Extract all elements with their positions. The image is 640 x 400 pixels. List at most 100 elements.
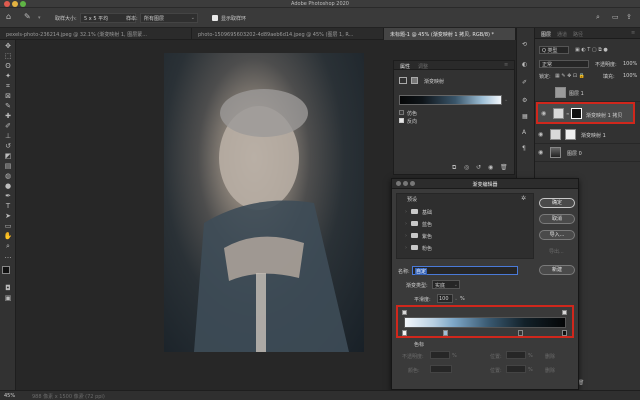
- export-button[interactable]: 导出...: [549, 248, 564, 255]
- shape-tool-icon[interactable]: ▭: [3, 222, 13, 230]
- import-button[interactable]: 导入...: [539, 230, 575, 240]
- stop-location-input[interactable]: [506, 351, 526, 359]
- gradient-preview[interactable]: [399, 95, 502, 105]
- pen-tool-icon[interactable]: ✒: [3, 192, 13, 200]
- properties-icon[interactable]: ⚙: [522, 98, 527, 104]
- preset-folder-row[interactable]: › 紫色: [405, 232, 525, 240]
- hand-tool-icon[interactable]: ✋: [3, 232, 13, 240]
- tab-adjustments[interactable]: 调整: [418, 63, 428, 70]
- layer-mask-thumbnail[interactable]: [565, 129, 576, 140]
- opacity-stop-left[interactable]: [402, 310, 407, 315]
- home-icon[interactable]: ⌂: [6, 13, 11, 21]
- healing-brush-tool-icon[interactable]: ✚: [3, 112, 13, 120]
- clone-stamp-tool-icon[interactable]: ⊥: [3, 132, 13, 140]
- color-stop-dark[interactable]: [518, 330, 523, 336]
- name-input[interactable]: 自定: [412, 266, 518, 275]
- document-image[interactable]: [164, 53, 364, 352]
- workspace-icon[interactable]: ▭: [612, 14, 619, 21]
- trash-icon[interactable]: 🗑: [500, 165, 508, 171]
- panel-menu-icon[interactable]: ≡: [631, 30, 635, 36]
- link-icon[interactable]: ∞: [566, 111, 569, 117]
- brush-settings-icon[interactable]: ✐: [522, 80, 527, 86]
- opacity-stop-right[interactable]: [562, 310, 567, 315]
- filter-icons[interactable]: ▣ ◐ T ▢ ⧉ ●: [575, 47, 608, 53]
- ok-button[interactable]: 确定: [539, 198, 575, 208]
- gradient-tool-icon[interactable]: ▤: [3, 162, 13, 170]
- layer-filter-select[interactable]: Q 类型: [539, 46, 569, 54]
- tab-document-1[interactable]: pexels-photo-236214.jpeg @ 32.1% (渐变映射 1…: [0, 28, 192, 40]
- lock-icons[interactable]: ▦ ✎ ✥ ⊡ 🔒: [555, 73, 585, 79]
- zoom-tool-icon[interactable]: ⌕: [3, 242, 13, 250]
- eye-icon[interactable]: ◉: [538, 150, 543, 156]
- marquee-tool-icon[interactable]: ⬚: [3, 52, 13, 60]
- adjustments-icon[interactable]: ◐: [522, 62, 527, 68]
- paragraph-icon[interactable]: ¶: [522, 146, 526, 152]
- tab-document-2[interactable]: photo-1509695603202-4d89aeb6d14.jpeg @ 4…: [192, 28, 384, 40]
- share-icon[interactable]: ⇪: [626, 14, 632, 21]
- character-icon[interactable]: A: [522, 130, 526, 136]
- foreground-color-swatch[interactable]: [2, 266, 10, 274]
- smoothness-input[interactable]: 100: [437, 294, 453, 303]
- layer-row-highlighted[interactable]: ◉ ∞ 渐变映射 1 拷贝: [536, 102, 635, 124]
- tool-preset-chevron-icon[interactable]: ▾: [38, 15, 41, 21]
- history-icon[interactable]: ⟲: [522, 42, 527, 48]
- tab-layers[interactable]: 图层: [541, 31, 551, 38]
- color-stop-white[interactable]: [402, 330, 407, 336]
- panel-menu-icon[interactable]: ≡: [504, 62, 508, 68]
- cancel-button[interactable]: 取消: [539, 214, 575, 224]
- layer-row[interactable]: 图层 1: [535, 84, 640, 102]
- frame-tool-icon[interactable]: ⊠: [3, 92, 13, 100]
- eyedropper-tool-icon[interactable]: ✎: [3, 102, 13, 110]
- dither-checkbox[interactable]: [399, 110, 404, 115]
- search-icon[interactable]: ⌕: [596, 14, 600, 21]
- brush-tool-icon[interactable]: ✐: [3, 122, 13, 130]
- eraser-tool-icon[interactable]: ◩: [3, 152, 13, 160]
- color-location-input[interactable]: [506, 365, 526, 373]
- delete-color-stop-button[interactable]: 删除: [545, 367, 555, 374]
- stop-color-swatch[interactable]: [430, 365, 452, 373]
- layer-mask-thumbnail[interactable]: [571, 108, 582, 119]
- preset-folder-row[interactable]: › 蓝色: [405, 220, 525, 228]
- opacity-value[interactable]: 100%: [623, 61, 637, 67]
- move-tool-icon[interactable]: ✥: [3, 42, 13, 50]
- quick-mask-icon[interactable]: ◘: [3, 284, 13, 292]
- gradient-type-select[interactable]: 实底 ⌄: [432, 280, 460, 289]
- layer-row[interactable]: ◉ 图层 0: [535, 144, 640, 162]
- sample-select[interactable]: 所有图层 ⌄: [140, 13, 198, 23]
- screen-mode-icon[interactable]: ▣: [3, 294, 13, 302]
- reverse-checkbox[interactable]: [399, 118, 404, 123]
- lasso-tool-icon[interactable]: ʘ: [3, 62, 13, 70]
- blend-mode-select[interactable]: 正常: [539, 60, 589, 68]
- history-brush-tool-icon[interactable]: ↺: [3, 142, 13, 150]
- fill-value[interactable]: 100%: [623, 73, 637, 79]
- new-button[interactable]: 新建: [539, 265, 575, 275]
- crop-tool-icon[interactable]: ⌗: [3, 82, 13, 90]
- delete-opacity-stop-button[interactable]: 删除: [545, 353, 555, 360]
- document-info[interactable]: 988 像素 x 1500 像素 (72 ppi): [32, 393, 105, 400]
- gradient-chevron-down-icon[interactable]: ⌄: [504, 97, 508, 103]
- stop-opacity-input[interactable]: [430, 351, 450, 359]
- layer-row[interactable]: ◉ 渐变映射 1: [535, 126, 640, 144]
- type-tool-icon[interactable]: T: [3, 202, 13, 210]
- tab-properties[interactable]: 属性: [400, 63, 410, 70]
- more-tools-icon[interactable]: …: [3, 252, 13, 260]
- zoom-level[interactable]: 45%: [4, 393, 15, 399]
- smoothness-chevron-icon[interactable]: ⌄: [454, 296, 458, 302]
- tab-document-3[interactable]: 未标题-1 @ 45% (渐变映射 1 拷贝, RGB/8) *: [384, 28, 516, 40]
- status-chevron-icon[interactable]: ›: [82, 393, 84, 399]
- preset-folder-row[interactable]: › 粉色: [405, 244, 525, 252]
- swatches-icon[interactable]: ▦: [522, 114, 528, 120]
- preset-folder-row[interactable]: › 基础: [405, 208, 525, 216]
- tab-channels[interactable]: 通道: [557, 31, 567, 38]
- clip-to-layer-icon[interactable]: ⧉: [452, 165, 456, 171]
- view-previous-icon[interactable]: ◎: [464, 165, 469, 171]
- gear-icon[interactable]: ✲: [521, 196, 526, 202]
- tab-paths[interactable]: 路径: [573, 31, 583, 38]
- blur-tool-icon[interactable]: ◍: [3, 172, 13, 180]
- eyedropper-icon[interactable]: ✎: [24, 13, 31, 21]
- quick-select-tool-icon[interactable]: ✦: [3, 72, 13, 80]
- color-stop-blue[interactable]: [443, 330, 448, 336]
- dodge-tool-icon[interactable]: ●: [3, 182, 13, 190]
- reset-icon[interactable]: ↺: [476, 165, 481, 171]
- show-ring-checkbox[interactable]: [212, 15, 218, 21]
